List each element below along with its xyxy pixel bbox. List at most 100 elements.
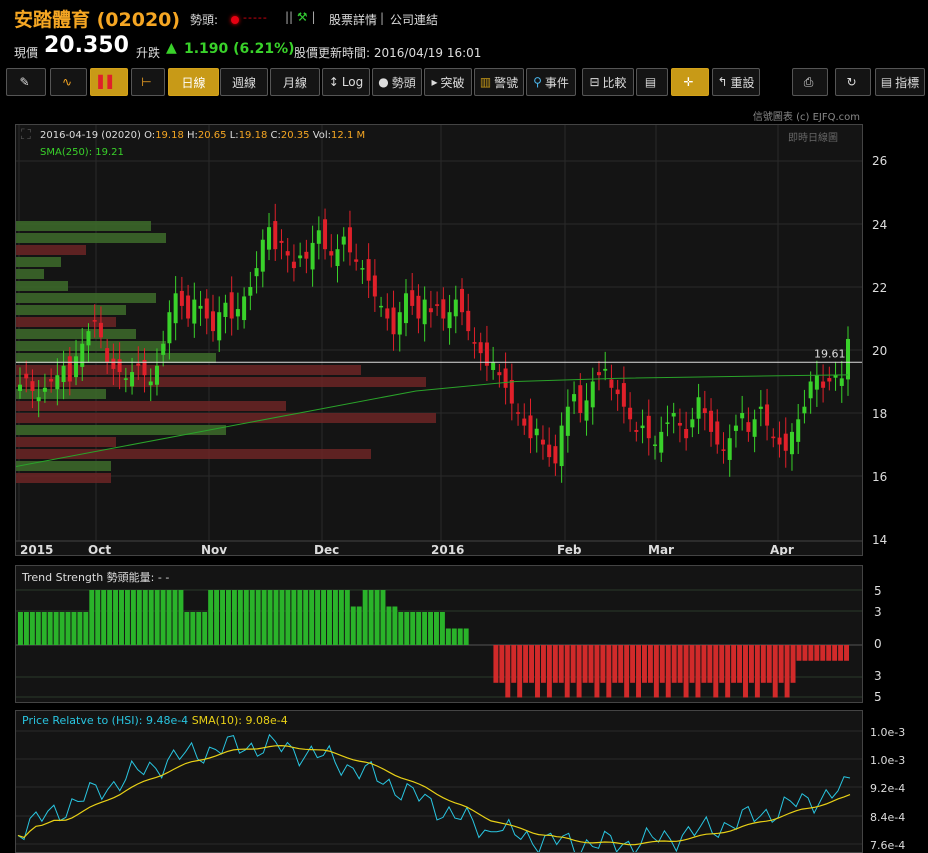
candle-body xyxy=(746,422,751,432)
momentum-button[interactable]: ● 勢頭 xyxy=(372,68,422,96)
price-relative-line xyxy=(17,733,851,852)
trend-bar xyxy=(148,590,154,645)
stock-title: 安踏體育 (02020) xyxy=(14,9,181,31)
trend-bar xyxy=(695,645,701,698)
trend-bar xyxy=(564,645,570,698)
candle-body xyxy=(615,389,620,395)
candle-body xyxy=(565,406,570,436)
trend-bar xyxy=(576,645,582,698)
event-label: 事件 xyxy=(544,75,569,90)
volume-bar xyxy=(16,377,426,387)
ohlc-button[interactable]: ⊢ xyxy=(131,68,165,96)
refresh-button[interactable]: ↻ xyxy=(835,68,871,96)
candle-body xyxy=(391,307,396,335)
candle-body xyxy=(653,444,658,446)
fullscreen-icon[interactable]: ⛶ xyxy=(21,127,31,143)
trend-bar xyxy=(624,645,630,698)
trend-y-tick: 0 xyxy=(874,637,882,651)
candle-body xyxy=(42,387,47,392)
trend-bar xyxy=(29,612,35,645)
line-chart-button[interactable]: ∿ xyxy=(50,68,87,96)
change-label: 升跌 xyxy=(136,46,161,60)
y-tick: 26 xyxy=(872,154,888,168)
trend-bar xyxy=(713,645,719,698)
candle-body xyxy=(254,268,259,277)
trend-bar xyxy=(772,645,778,698)
candle-body xyxy=(671,413,676,417)
trend-strength-panel[interactable]: Trend Strength 勢頭能量: - - xyxy=(15,565,863,703)
candle-body xyxy=(833,375,838,378)
trend-bar xyxy=(297,590,303,645)
trend-bar xyxy=(350,606,356,645)
candle-body xyxy=(453,299,458,317)
trend-strength-chart[interactable] xyxy=(16,566,863,703)
trend-bar xyxy=(119,590,124,645)
candle-body xyxy=(136,363,141,366)
candle-body xyxy=(161,343,166,355)
alert-icon: ▥ xyxy=(479,75,492,89)
candle-body xyxy=(279,240,284,243)
event-button[interactable]: ⚲ 事件 xyxy=(526,68,576,96)
daily-tab[interactable]: 日線 xyxy=(168,68,219,96)
trend-bar xyxy=(784,645,790,698)
crosshair-button[interactable]: ✛ xyxy=(671,68,709,96)
company-link[interactable]: 公司連結 xyxy=(390,11,438,28)
trend-bar xyxy=(499,645,505,683)
log-label: Log xyxy=(341,75,364,89)
rel-y-tick: 9.2e-4 xyxy=(870,782,906,795)
trend-bar xyxy=(748,645,754,683)
trend-bar xyxy=(737,645,743,683)
trend-bar xyxy=(53,612,59,645)
candle-body xyxy=(553,446,558,464)
candle-body xyxy=(55,375,60,390)
trend-bar xyxy=(321,590,327,645)
candle-body xyxy=(98,322,103,338)
trend-bar xyxy=(493,645,499,683)
candle-body xyxy=(509,379,514,404)
trend-bar xyxy=(202,612,208,645)
candle-body xyxy=(316,230,321,244)
monthly-tab[interactable]: 月線 xyxy=(270,68,320,96)
compare-button[interactable]: ⊟ 比較 xyxy=(582,68,634,96)
log-button[interactable]: ↕ Log xyxy=(322,68,370,96)
price-relative-chart[interactable] xyxy=(16,711,863,853)
draw-tool-button[interactable]: ✎ xyxy=(6,68,46,96)
trend-y-tick: 3 xyxy=(874,669,882,683)
save-button[interactable]: ⎙ xyxy=(792,68,828,96)
candlestick-button[interactable]: ▌▌ xyxy=(90,68,128,96)
trend-bar xyxy=(220,590,225,645)
trend-bar xyxy=(386,606,392,645)
volume-bar xyxy=(16,233,166,243)
trend-bar xyxy=(707,645,713,683)
alert-button[interactable]: ▥ 警號 xyxy=(474,68,524,96)
candle-body xyxy=(36,397,41,402)
candle-body xyxy=(61,365,66,383)
main-chart-panel[interactable]: 19.61 2015 Oct Nov Dec 2016 Feb Mar Apr ⛶ 2016-0… xyxy=(15,124,863,556)
trend-bar xyxy=(315,590,321,645)
trend-bar xyxy=(368,590,374,645)
indicator-button[interactable]: ▤ 指標 xyxy=(875,68,925,96)
volume-bar xyxy=(16,461,111,471)
weekly-tab[interactable]: 週線 xyxy=(220,68,268,96)
stock-detail-link[interactable]: 股票詳情 xyxy=(329,11,377,28)
trend-bar xyxy=(291,590,297,645)
trend-label: 勢頭: xyxy=(190,13,219,27)
price-value: 20.350 xyxy=(44,33,129,58)
x-tick-label: 2016 xyxy=(431,543,464,556)
y-tick: 14 xyxy=(872,533,888,547)
trend-bar xyxy=(18,612,23,645)
trend-bar xyxy=(279,590,285,645)
candle-body xyxy=(534,428,539,436)
candlestick-chart[interactable]: 19.61 2015 Oct Nov Dec 2016 Feb Mar Apr xyxy=(16,125,863,556)
price-relative-panel[interactable]: Price Relatve to (HSI): 9.48e-4 SMA(10):… xyxy=(15,710,863,853)
data-table-button[interactable]: ▤ xyxy=(636,68,668,96)
candle-body xyxy=(105,348,110,363)
trend-y-tick: 5 xyxy=(874,584,882,598)
reset-button[interactable]: ↰ 重設 xyxy=(712,68,760,96)
trend-bar xyxy=(136,590,142,645)
trend-bar xyxy=(356,606,362,645)
candle-body xyxy=(646,415,651,439)
trend-bar xyxy=(511,645,517,683)
breakout-button[interactable]: ▸ 突破 xyxy=(424,68,472,96)
candle-body xyxy=(323,219,328,250)
